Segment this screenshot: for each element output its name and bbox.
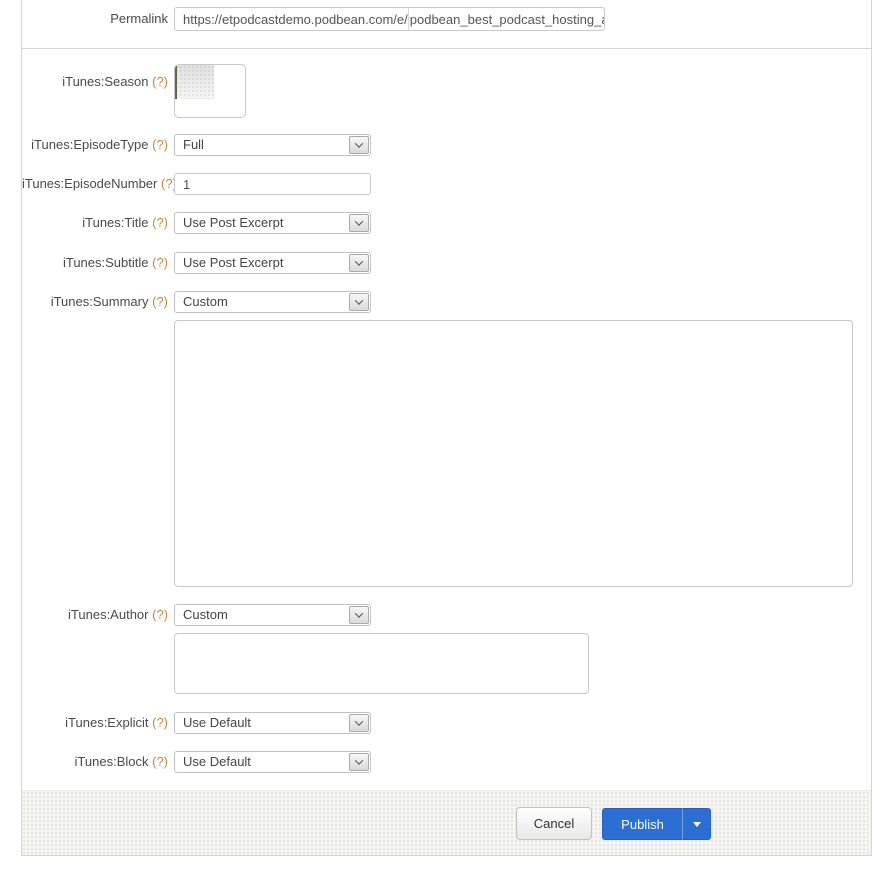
season-spinner-grip[interactable]	[175, 65, 214, 99]
block-help-link[interactable]: (?)	[152, 754, 168, 769]
publish-split-button: Publish	[602, 808, 711, 840]
author-help-link[interactable]: (?)	[152, 607, 168, 622]
episode-publish-page: Permalink https://etpodcastdemo.podbean.…	[0, 0, 880, 875]
author-select[interactable]: Custom	[174, 604, 371, 626]
cancel-button[interactable]: Cancel	[516, 807, 592, 840]
block-label: iTunes:Block	[75, 754, 149, 769]
chevron-down-icon	[349, 214, 369, 232]
title-label: iTunes:Title	[82, 215, 148, 230]
summary-row: iTunes:Summary (?) Custom	[22, 291, 371, 313]
author-row: iTunes:Author (?) Custom	[22, 604, 371, 626]
chevron-down-icon	[349, 136, 369, 154]
chevron-down-icon	[349, 293, 369, 311]
action-bar: Cancel Publish	[22, 790, 871, 855]
permalink-panel: Permalink https://etpodcastdemo.podbean.…	[21, 0, 872, 48]
season-row: iTunes:Season (?)	[22, 71, 168, 93]
title-help-link[interactable]: (?)	[152, 215, 168, 230]
explicit-help-link[interactable]: (?)	[152, 715, 168, 730]
permalink-field[interactable]: https://etpodcastdemo.podbean.com/e/ pod…	[174, 7, 605, 31]
publish-button[interactable]: Publish	[602, 808, 682, 840]
chevron-down-icon	[349, 254, 369, 272]
episode-number-input[interactable]	[174, 173, 371, 195]
episode-number-label: iTunes:EpisodeNumber	[22, 176, 157, 191]
episode-type-row: iTunes:EpisodeType (?) Full	[22, 134, 371, 156]
permalink-slug-input[interactable]: podbean_best_podcast_hosting_audio_video…	[409, 12, 605, 27]
season-cursor-bar	[175, 66, 177, 99]
author-textarea[interactable]	[174, 633, 589, 694]
subtitle-select[interactable]: Use Post Excerpt	[174, 252, 371, 274]
permalink-prefix: https://etpodcastdemo.podbean.com/e/	[175, 12, 408, 27]
subtitle-label: iTunes:Subtitle	[63, 255, 149, 270]
explicit-row: iTunes:Explicit (?) Use Default	[22, 712, 371, 734]
summary-label: iTunes:Summary	[51, 294, 149, 309]
subtitle-row: iTunes:Subtitle (?) Use Post Excerpt	[22, 252, 371, 274]
season-spinner[interactable]	[174, 64, 246, 118]
block-select[interactable]: Use Default	[174, 751, 371, 773]
author-label: iTunes:Author	[68, 607, 148, 622]
title-select[interactable]: Use Post Excerpt	[174, 212, 371, 234]
episode-type-select[interactable]: Full	[174, 134, 371, 156]
title-row: iTunes:Title (?) Use Post Excerpt	[22, 212, 371, 234]
episode-type-label: iTunes:EpisodeType	[31, 137, 148, 152]
episode-number-row: iTunes:EpisodeNumber (?)	[22, 173, 371, 195]
episode-type-help-link[interactable]: (?)	[152, 137, 168, 152]
subtitle-help-link[interactable]: (?)	[152, 255, 168, 270]
explicit-label: iTunes:Explicit	[65, 715, 148, 730]
chevron-down-icon	[349, 714, 369, 732]
summary-help-link[interactable]: (?)	[152, 294, 168, 309]
permalink-label: Permalink	[22, 7, 168, 31]
block-row: iTunes:Block (?) Use Default	[22, 751, 371, 773]
summary-textarea[interactable]	[174, 320, 853, 587]
season-help-link[interactable]: (?)	[152, 74, 168, 89]
caret-down-icon	[693, 822, 701, 827]
chevron-down-icon	[349, 753, 369, 771]
itunes-settings-panel: iTunes:Season (?) iTunes:EpisodeType (?)…	[21, 48, 872, 856]
chevron-down-icon	[349, 606, 369, 624]
explicit-select[interactable]: Use Default	[174, 712, 371, 734]
summary-select[interactable]: Custom	[174, 291, 371, 313]
season-label: iTunes:Season	[62, 74, 148, 89]
publish-dropdown-toggle[interactable]	[682, 808, 711, 840]
